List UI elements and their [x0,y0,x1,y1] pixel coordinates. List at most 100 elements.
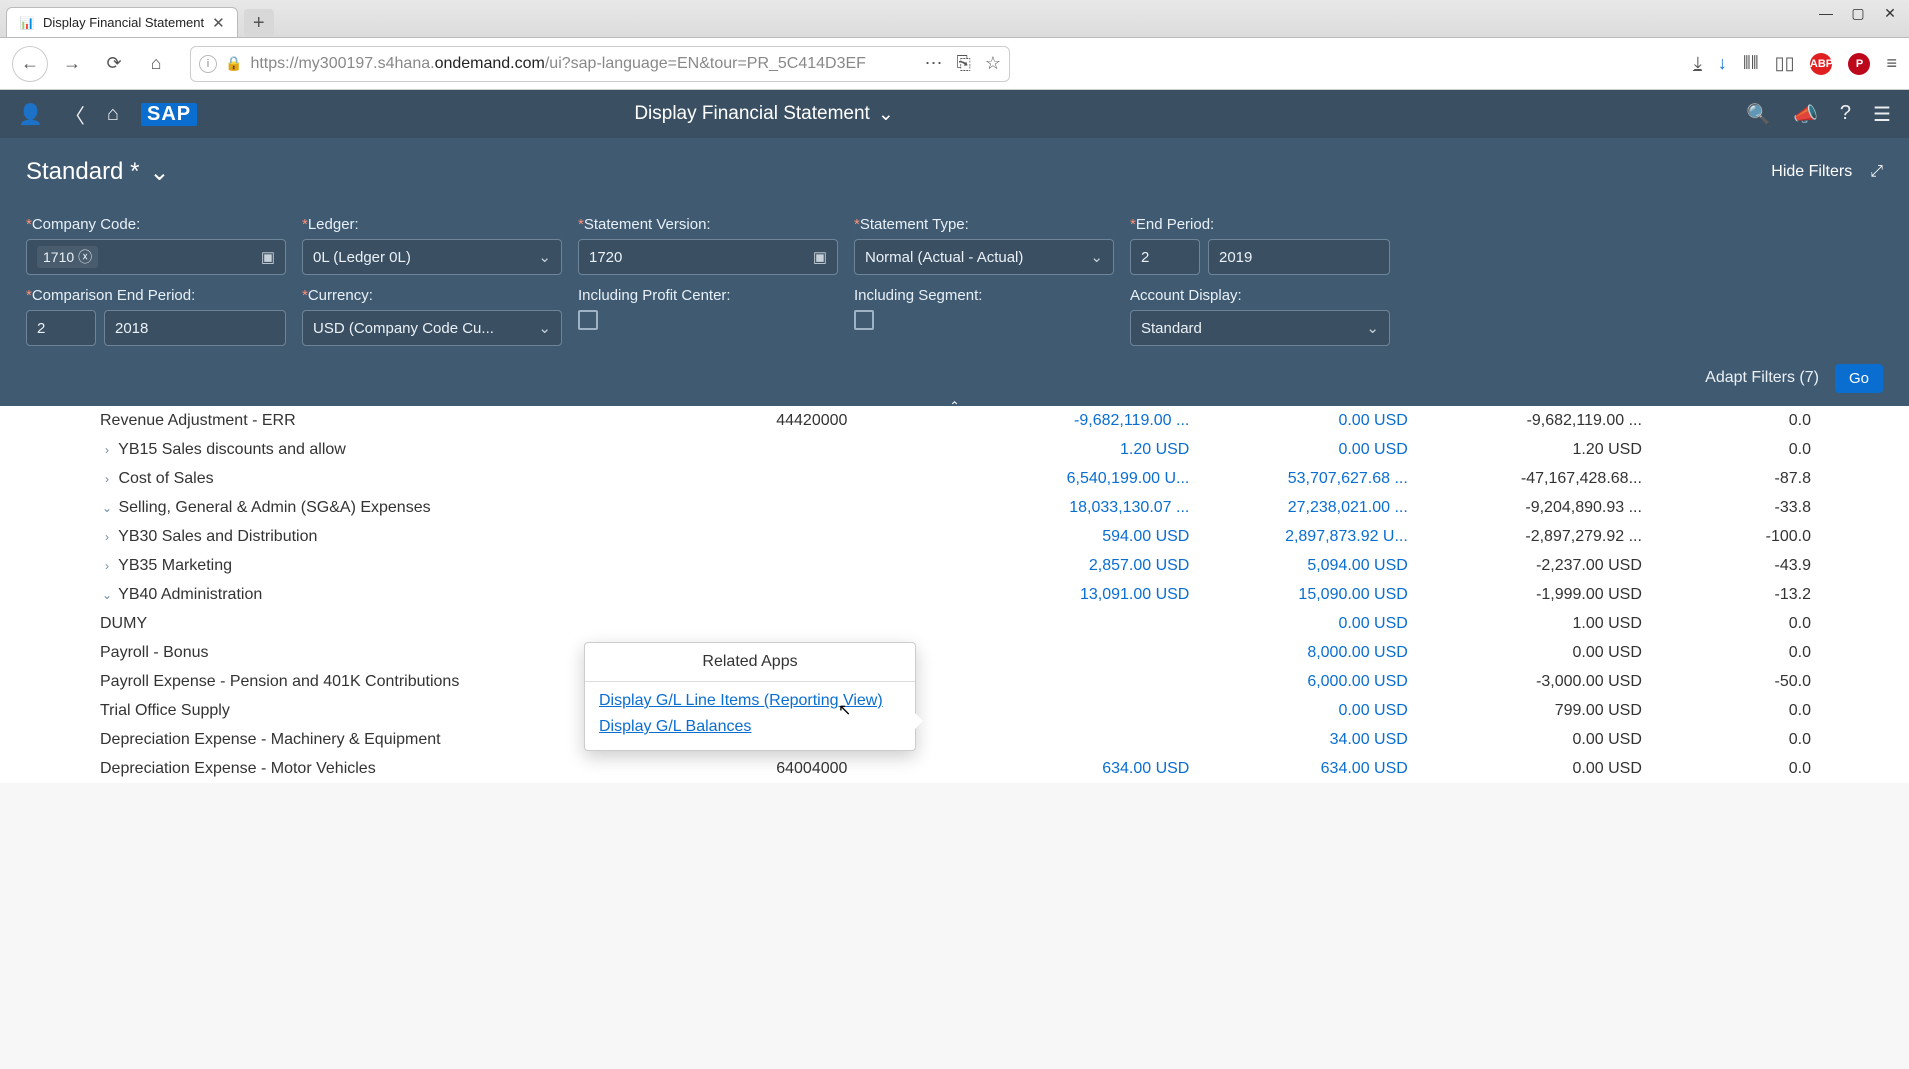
link-display-gl-line-items[interactable]: Display G/L Line Items (Reporting View) [599,692,901,710]
include-segment-checkbox[interactable] [854,310,874,330]
row-period-balance[interactable]: 634.00 USD [976,754,1197,783]
row-period-balance[interactable]: 13,091.00 USD [976,580,1197,609]
row-comparison-balance[interactable]: 5,094.00 USD [1197,551,1415,580]
row-description: YB30 Sales and Distribution [118,528,317,545]
row-comparison-balance[interactable]: 6,000.00 USD [1197,667,1415,696]
account-display-select[interactable]: Standard⌄ [1130,310,1390,346]
user-icon[interactable]: 👤 [18,102,43,127]
row-description: Depreciation Expense - Machinery & Equip… [100,731,441,748]
row-comparison-balance[interactable]: 0.00 USD [1197,696,1415,725]
end-period-month-input[interactable]: 2 [1130,239,1200,275]
currency-select[interactable]: USD (Company Code Cu...⌄ [302,310,562,346]
ledger-select[interactable]: 0L (Ledger 0L)⌄ [302,239,562,275]
pinterest-extension-icon[interactable]: P [1848,53,1870,75]
url-bar[interactable]: i 🔒 https://my300197.s4hana.ondemand.com… [190,46,1010,82]
feedback-icon[interactable]: 📣 [1793,102,1818,127]
statement-version-input[interactable]: 1720▣ [578,239,838,275]
site-info-icon[interactable]: i [199,55,217,73]
row-relative-diff: 0.0 [1650,406,1819,435]
row-comparison-balance[interactable]: 34.00 USD [1197,725,1415,754]
row-comparison-balance[interactable]: 634.00 USD [1197,754,1415,783]
company-code-input[interactable]: 1710ⓧ ▣ [26,239,286,275]
collapse-icon[interactable]: ⌄ [100,588,114,602]
comp-end-period-month-input[interactable]: 2 [26,310,96,346]
row-period-balance[interactable] [976,696,1197,725]
window-maximize-icon[interactable]: ▢ [1847,4,1869,22]
window-minimize-icon[interactable]: — [1815,4,1837,22]
bookmark-star-icon[interactable]: ☆ [985,53,1001,74]
nav-back-button[interactable]: ← [12,46,48,82]
row-comparison-balance[interactable]: 0.00 USD [1197,435,1415,464]
help-icon[interactable]: ? [1840,102,1851,127]
downloads-icon[interactable]: ↓ [1718,53,1727,74]
row-account: 44420000 [768,406,976,435]
row-period-balance[interactable] [976,609,1197,638]
row-comparison-balance[interactable]: 0.00 USD [1197,406,1415,435]
row-comparison-balance[interactable]: 27,238,021.00 ... [1197,493,1415,522]
row-comparison-balance[interactable]: 53,707,627.68 ... [1197,464,1415,493]
hide-filters-link[interactable]: Hide Filters [1771,163,1852,181]
row-period-balance[interactable] [976,725,1197,754]
tab-favicon: 📊 [19,15,35,31]
sap-shell-header: 👤 〈 ⌂ SAP Display Financial Statement ⌄ … [0,90,1909,138]
comp-end-period-year-input[interactable]: 2018 [104,310,286,346]
app-menu-icon[interactable]: ☰ [1873,102,1891,127]
tab-close-icon[interactable]: ✕ [212,14,225,32]
end-period-year-input[interactable]: 2019 [1208,239,1390,275]
save-to-pocket-icon[interactable]: ⤓̲ [1694,53,1702,74]
row-period-balance[interactable] [976,638,1197,667]
include-profit-center-checkbox[interactable] [578,310,598,330]
row-period-balance[interactable]: -9,682,119.00 ... [976,406,1197,435]
row-period-balance[interactable]: 18,033,130.07 ... [976,493,1197,522]
nav-reload-button[interactable]: ⟳ [96,46,132,82]
page-actions-icon[interactable]: ⋯ [924,53,942,74]
value-help-icon[interactable]: ▣ [261,248,275,266]
expand-icon[interactable]: › [100,472,114,486]
menu-icon[interactable]: ≡ [1886,53,1897,74]
row-comparison-balance[interactable]: 8,000.00 USD [1197,638,1415,667]
variant-selector[interactable]: Standard *⌄ [26,158,170,187]
row-account [768,522,976,551]
filter-header: Standard *⌄ Hide Filters ⤢ [0,138,1909,206]
go-button[interactable]: Go [1835,364,1883,393]
filter-comparison-end-period: *Comparison End Period: 2 2018 [26,287,286,346]
adapt-filters-link[interactable]: Adapt Filters (7) [1705,369,1819,387]
row-relative-diff: 0.0 [1650,609,1819,638]
expand-filters-icon[interactable]: ⤢ [1870,163,1883,181]
table-row: › YB30 Sales and Distribution 594.00 USD2… [92,522,1819,551]
row-comparison-balance[interactable]: 15,090.00 USD [1197,580,1415,609]
table-row: Depreciation Expense - Machinery & Equip… [92,725,1819,754]
expand-icon[interactable]: › [100,443,114,457]
value-help-icon[interactable]: ▣ [813,248,827,266]
window-close-icon[interactable]: ✕ [1879,4,1901,22]
nav-home-button[interactable]: ⌂ [138,46,174,82]
home-icon[interactable]: ⌂ [107,103,119,126]
reader-mode-icon[interactable]: ⎘ [956,53,970,74]
statement-type-select[interactable]: Normal (Actual - Actual)⌄ [854,239,1114,275]
back-icon[interactable]: 〈 [65,100,85,129]
row-account [768,493,976,522]
row-period-balance[interactable]: 594.00 USD [976,522,1197,551]
library-icon[interactable]: ⦀⦀ [1743,53,1759,74]
link-display-gl-balances[interactable]: Display G/L Balances [599,718,901,736]
row-comparison-balance[interactable]: 2,897,873.92 U... [1197,522,1415,551]
row-period-balance[interactable]: 2,857.00 USD [976,551,1197,580]
row-period-balance[interactable] [976,667,1197,696]
token-remove-icon[interactable]: ⓧ [78,247,92,267]
abp-extension-icon[interactable]: ABP [1810,53,1832,75]
search-icon[interactable]: 🔍 [1746,102,1771,127]
lock-icon: 🔒 [225,55,242,72]
new-tab-button[interactable]: + [244,9,274,37]
row-comparison-balance[interactable]: 0.00 USD [1197,609,1415,638]
sidebar-toggle-icon[interactable]: ▯▯ [1775,53,1795,74]
table-row: › Cost of Sales6,540,199.00 U...53,707,6… [92,464,1819,493]
expand-icon[interactable]: › [100,530,114,544]
row-period-balance[interactable]: 1.20 USD [976,435,1197,464]
nav-forward-button[interactable]: → [54,46,90,82]
row-relative-diff: -13.2 [1650,580,1819,609]
expand-icon[interactable]: › [100,559,114,573]
row-period-balance[interactable]: 6,540,199.00 U... [976,464,1197,493]
shell-title[interactable]: Display Financial Statement ⌄ [634,103,893,126]
browser-tab[interactable]: 📊 Display Financial Statement ✕ [6,7,238,37]
collapse-icon[interactable]: ⌄ [100,501,114,515]
